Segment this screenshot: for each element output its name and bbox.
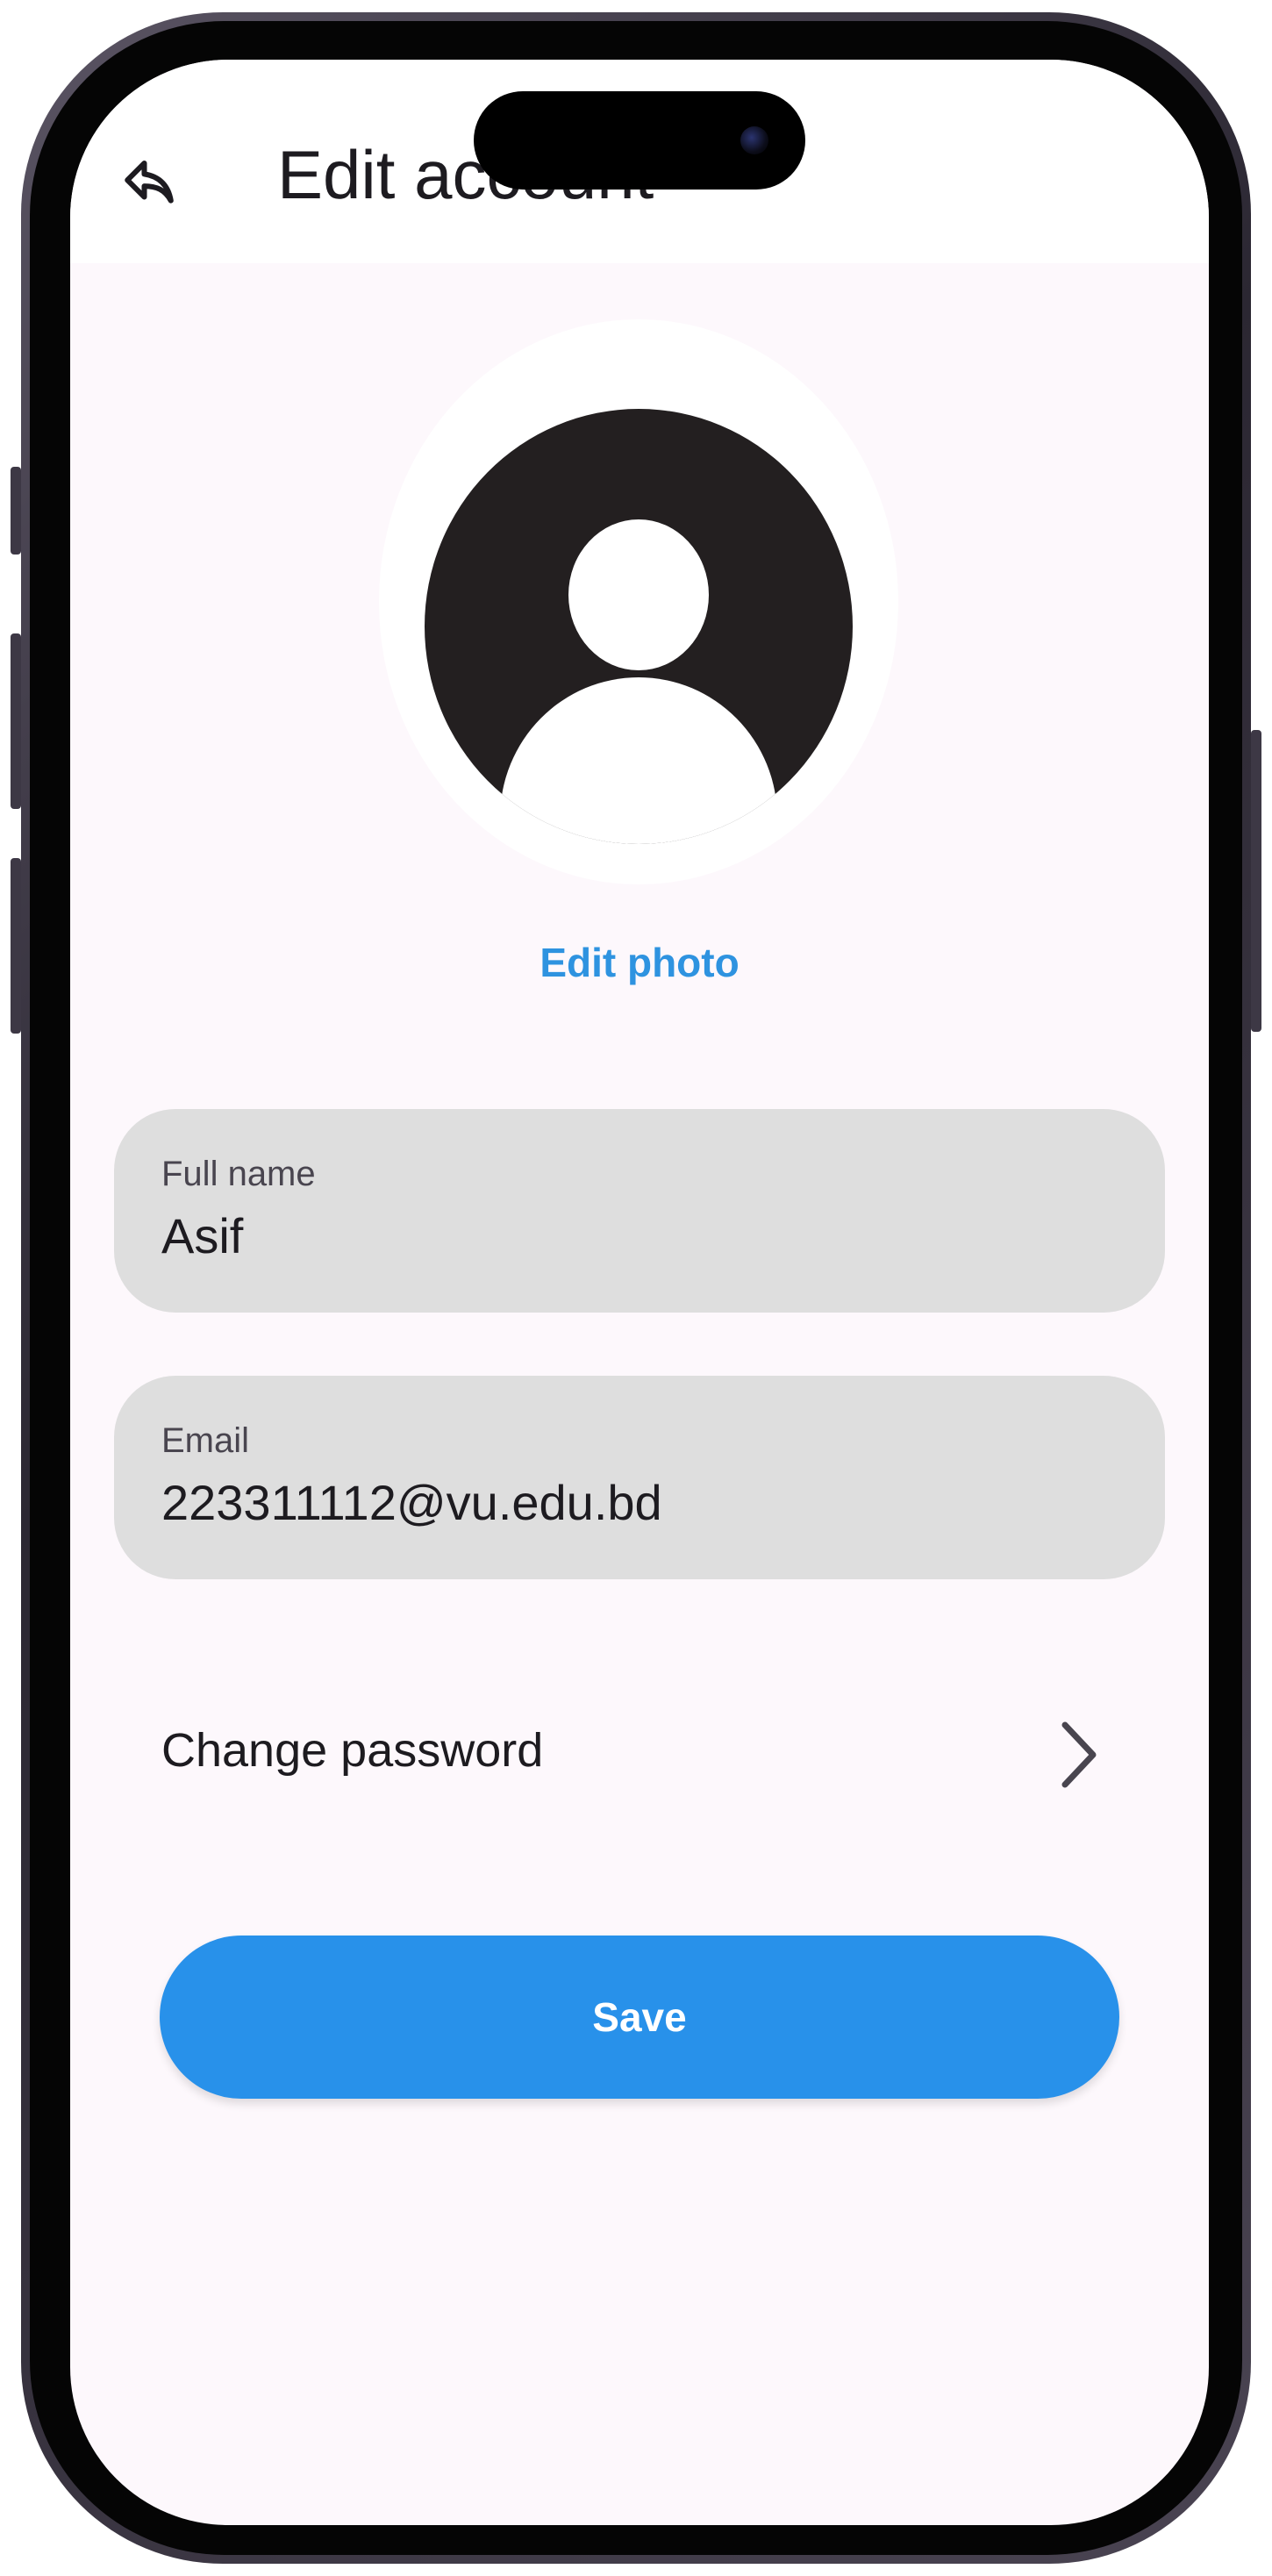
email-field[interactable]: Email xyxy=(114,1376,1165,1579)
email-input[interactable] xyxy=(161,1474,1118,1531)
dynamic-island xyxy=(474,91,805,190)
volume-up-button xyxy=(11,633,21,809)
power-button xyxy=(1251,730,1261,1032)
save-button[interactable]: Save xyxy=(160,1936,1119,2099)
full-name-input[interactable] xyxy=(161,1207,1118,1264)
reply-back-icon xyxy=(125,160,174,204)
app-screen: Edit account Edit photo Full name Email … xyxy=(70,60,1209,2525)
change-password-row[interactable]: Change password xyxy=(114,1674,1165,1832)
volume-down-button xyxy=(11,858,21,1034)
back-button[interactable] xyxy=(116,149,182,216)
change-password-label: Change password xyxy=(161,1724,544,1777)
full-name-field[interactable]: Full name xyxy=(114,1109,1165,1313)
full-name-label: Full name xyxy=(161,1155,316,1193)
person-avatar-icon xyxy=(425,409,853,844)
home-indicator xyxy=(70,2508,1209,2525)
front-camera-icon xyxy=(740,126,768,154)
edit-photo-link[interactable]: Edit photo xyxy=(70,939,1209,986)
chevron-right-icon xyxy=(1061,1721,1097,1788)
action-button xyxy=(11,467,21,555)
email-label: Email xyxy=(161,1421,250,1460)
